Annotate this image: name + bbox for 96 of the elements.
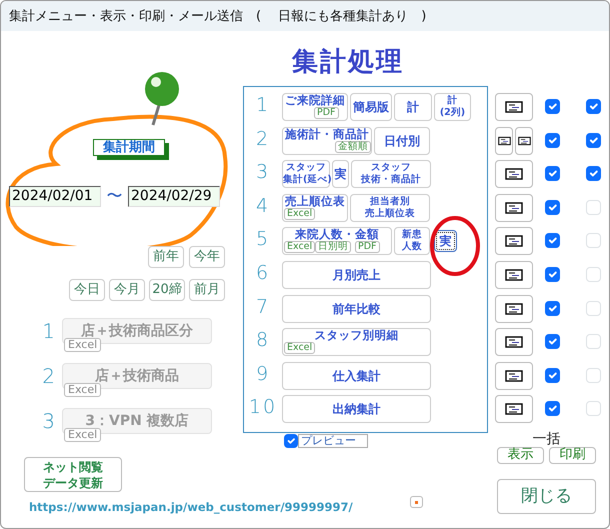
row-number: 2 bbox=[41, 363, 56, 390]
bulk-button[interactable]: 印刷 bbox=[549, 446, 596, 464]
period-button[interactable]: 20締 bbox=[149, 279, 185, 301]
display-checkbox[interactable] bbox=[545, 99, 560, 114]
year-button[interactable]: 前年 bbox=[148, 246, 184, 268]
report-button[interactable]: 計 bbox=[394, 93, 432, 121]
report-button[interactable]: 簡易版 bbox=[350, 93, 392, 121]
print-checkbox[interactable] bbox=[586, 99, 601, 114]
row-number: 10 bbox=[248, 395, 278, 420]
view-button[interactable] bbox=[495, 93, 533, 121]
report-button[interactable]: 来院人数・金額 Excel 日別明 PDF bbox=[282, 227, 392, 256]
report-button[interactable]: 仕入集計 bbox=[282, 362, 431, 390]
print-checkbox[interactable] bbox=[586, 132, 601, 148]
preview-checkbox[interactable] bbox=[284, 434, 298, 448]
display-checkbox[interactable] bbox=[545, 334, 560, 350]
bulk-label: 一括 bbox=[532, 430, 562, 447]
report-button[interactable]: 前年比較 bbox=[282, 294, 431, 323]
row-number: 4 bbox=[254, 194, 272, 218]
format-tag[interactable]: Excel bbox=[284, 241, 316, 254]
format-tag[interactable]: Excel bbox=[284, 208, 316, 220]
row-number: 7 bbox=[254, 294, 272, 319]
view-button[interactable] bbox=[495, 260, 533, 289]
report-button[interactable]: スタッフ 技術・商品計 bbox=[351, 160, 431, 188]
format-tag[interactable]: Excel bbox=[284, 342, 316, 354]
report-button[interactable]: 施術計・商品計 金額順 bbox=[282, 126, 372, 155]
preview-icon bbox=[505, 268, 523, 281]
period-button[interactable]: 前月 bbox=[189, 279, 225, 301]
preview-icon bbox=[505, 235, 523, 248]
bulk-button[interactable]: 表示 bbox=[497, 446, 544, 464]
highlight-ellipse bbox=[430, 216, 480, 276]
report-button[interactable]: スタッフ 集計(延べ) bbox=[282, 160, 330, 188]
report-button[interactable]: ご来院詳細 PDF bbox=[282, 93, 348, 121]
row-number: 8 bbox=[254, 328, 272, 352]
view-button[interactable] bbox=[495, 194, 533, 222]
view-button[interactable] bbox=[515, 126, 533, 155]
period-button[interactable]: 今月 bbox=[109, 279, 145, 301]
print-checkbox[interactable] bbox=[586, 166, 601, 182]
preview-icon bbox=[518, 134, 530, 147]
preview-icon bbox=[505, 370, 523, 382]
row-number: 6 bbox=[254, 260, 272, 285]
format-tag[interactable]: 金額順 bbox=[335, 140, 371, 153]
report-button[interactable]: 月別売上 bbox=[282, 260, 431, 289]
year-button[interactable]: 今年 bbox=[189, 246, 225, 268]
report-button[interactable]: 担当者別 売上順位表 bbox=[350, 194, 430, 222]
start-date-field[interactable]: 2024/02/01 bbox=[9, 186, 101, 206]
period-button[interactable]: 今日 bbox=[69, 279, 105, 301]
display-checkbox[interactable] bbox=[545, 132, 560, 148]
report-button[interactable]: 新患 人数 bbox=[394, 227, 430, 256]
format-tag[interactable]: PDF bbox=[355, 241, 380, 254]
url-link[interactable]: https://www.msjapan.jp/web_customer/99999997/ bbox=[29, 499, 353, 516]
preview-icon bbox=[505, 336, 523, 348]
display-checkbox[interactable] bbox=[545, 233, 560, 248]
display-checkbox[interactable] bbox=[545, 300, 560, 316]
view-button[interactable] bbox=[495, 294, 533, 323]
report-button[interactable]: 計 (2列) bbox=[434, 93, 471, 121]
report-button[interactable]: 日付別 bbox=[374, 126, 430, 155]
menu-heading: 集計処理 bbox=[290, 46, 405, 79]
row-number: 5 bbox=[254, 227, 272, 252]
small-button[interactable] bbox=[410, 496, 423, 508]
display-checkbox[interactable] bbox=[545, 266, 560, 282]
range-separator: 〜 bbox=[106, 185, 124, 207]
format-tag[interactable]: PDF bbox=[314, 107, 339, 119]
report-button[interactable]: スタッフ別明細 Excel bbox=[282, 328, 431, 356]
row-number: 3 bbox=[41, 408, 56, 435]
preview-icon bbox=[505, 202, 523, 214]
preview-icon bbox=[505, 168, 523, 180]
row-number: 9 bbox=[254, 362, 272, 386]
report-button[interactable]: 売上順位表 Excel bbox=[282, 194, 348, 222]
display-checkbox[interactable] bbox=[545, 166, 560, 182]
view-button[interactable] bbox=[495, 227, 533, 256]
report-button[interactable]: 実 bbox=[434, 230, 457, 252]
view-button[interactable] bbox=[495, 328, 533, 356]
row-number: 3 bbox=[254, 160, 272, 184]
view-button[interactable] bbox=[495, 126, 513, 155]
pin-icon bbox=[145, 72, 179, 126]
row-number: 2 bbox=[254, 126, 272, 151]
preview-icon bbox=[505, 403, 523, 416]
net-update-button[interactable]: ネット閲覧 データ更新 bbox=[24, 457, 122, 492]
report-button[interactable]: 実 bbox=[332, 160, 349, 188]
view-button[interactable] bbox=[495, 395, 533, 424]
preview-icon bbox=[505, 101, 523, 113]
row-number: 1 bbox=[41, 318, 56, 345]
preview-icon bbox=[498, 134, 510, 147]
preview-label: プレビュー bbox=[298, 434, 368, 448]
end-date-field[interactable]: 2024/02/29 bbox=[128, 186, 220, 206]
window-title: 集計メニュー・表示・印刷・メール送信 ( 日報にも各種集計あり ) bbox=[1, 1, 609, 31]
view-button[interactable] bbox=[495, 362, 533, 390]
view-button[interactable] bbox=[495, 160, 533, 188]
report-button[interactable]: 出納集計 bbox=[282, 395, 431, 424]
display-checkbox[interactable] bbox=[545, 368, 560, 383]
close-button[interactable]: 閉じる bbox=[497, 478, 596, 514]
row-number: 1 bbox=[254, 93, 272, 117]
preview-icon bbox=[505, 302, 523, 315]
display-checkbox[interactable] bbox=[545, 200, 560, 215]
display-checkbox[interactable] bbox=[545, 401, 560, 416]
format-tag[interactable]: 日別明 bbox=[315, 241, 351, 254]
